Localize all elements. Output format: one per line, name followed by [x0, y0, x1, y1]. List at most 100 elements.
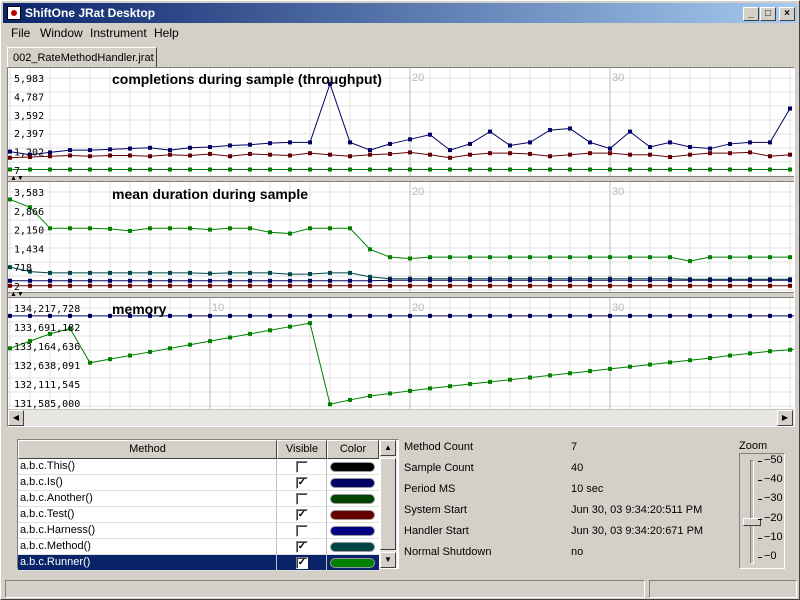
data-point — [228, 143, 232, 148]
data-point — [588, 151, 592, 156]
scroll-thumb[interactable] — [380, 458, 396, 550]
data-point — [728, 151, 732, 156]
data-point — [528, 151, 532, 156]
table-row[interactable]: a.b.c.Is() ✓ — [18, 475, 379, 491]
status-cell — [5, 580, 645, 598]
maximize-button[interactable]: □ — [760, 7, 776, 21]
color-swatch[interactable] — [330, 558, 375, 568]
info-row: Period MS 10 sec — [404, 483, 724, 499]
color-swatch[interactable] — [330, 510, 375, 520]
info-value: 10 sec — [571, 483, 604, 495]
data-point — [488, 313, 492, 318]
data-point — [768, 313, 772, 318]
data-point — [628, 167, 632, 172]
zoom-slider[interactable]: −50 −40 −30 −20 −10 −0 — [739, 453, 785, 569]
data-point — [368, 278, 372, 283]
y-tick-label: 132,111,545 — [14, 380, 80, 391]
table-row[interactable]: a.b.c.Method() ✓ — [18, 539, 379, 555]
color-swatch[interactable] — [330, 542, 375, 552]
data-point — [568, 371, 572, 376]
color-swatch[interactable] — [330, 494, 375, 504]
vertical-scrollbar[interactable]: ▲ ▼ — [380, 440, 397, 568]
table-row[interactable]: a.b.c.This() — [18, 459, 379, 475]
horizontal-scrollbar[interactable]: ◀ ▶ — [8, 409, 794, 426]
info-value: 40 — [571, 462, 584, 474]
color-cell — [327, 491, 379, 507]
data-point — [428, 152, 432, 157]
data-point — [748, 140, 752, 145]
data-point — [648, 313, 652, 318]
column-color[interactable]: Color — [327, 440, 379, 459]
data-point — [688, 167, 692, 172]
table-row[interactable]: a.b.c.Another() — [18, 491, 379, 507]
data-point — [168, 346, 172, 351]
data-point — [588, 278, 592, 283]
data-point — [348, 167, 352, 172]
menu-window[interactable]: Window — [40, 26, 83, 40]
data-point — [228, 167, 232, 172]
data-point — [368, 167, 372, 172]
zoom-track[interactable] — [750, 460, 754, 564]
visible-checkbox[interactable] — [296, 493, 308, 505]
data-point — [648, 167, 652, 172]
scroll-left-icon[interactable]: ◀ — [8, 410, 24, 426]
data-point — [428, 283, 432, 288]
color-swatch[interactable] — [330, 462, 375, 472]
data-point — [68, 167, 72, 172]
data-point — [428, 313, 432, 318]
data-point — [408, 278, 412, 283]
data-point — [248, 151, 252, 156]
data-point — [8, 346, 12, 351]
table-row[interactable]: a.b.c.Runner() ✓ — [18, 555, 379, 571]
data-point — [448, 155, 452, 160]
data-point — [188, 283, 192, 288]
color-swatch[interactable] — [330, 478, 375, 488]
data-point — [308, 278, 312, 283]
data-point — [708, 283, 712, 288]
scroll-up-icon[interactable]: ▲ — [380, 440, 396, 456]
scroll-right-icon[interactable]: ▶ — [777, 410, 793, 426]
menu-help[interactable]: Help — [154, 26, 179, 40]
visible-checkbox[interactable]: ✓ — [296, 557, 308, 569]
visible-checkbox[interactable]: ✓ — [296, 509, 308, 521]
data-point — [368, 148, 372, 153]
menu-instrument[interactable]: Instrument — [90, 26, 147, 40]
data-point — [408, 283, 412, 288]
tab-rate-method-handler[interactable]: 002_RateMethodHandler.jrat — [7, 47, 157, 69]
visible-checkbox[interactable]: ✓ — [296, 477, 308, 489]
data-point — [428, 167, 432, 172]
data-point — [588, 283, 592, 288]
data-point — [348, 397, 352, 402]
close-button[interactable]: × — [779, 7, 795, 21]
y-tick-label: 2,150 — [14, 226, 44, 237]
table-row[interactable]: a.b.c.Harness() — [18, 523, 379, 539]
menu-file[interactable]: File — [11, 26, 30, 40]
data-point — [68, 278, 72, 283]
data-point — [648, 362, 652, 367]
data-point — [768, 255, 772, 260]
data-point — [168, 283, 172, 288]
data-point — [508, 278, 512, 283]
data-point — [408, 167, 412, 172]
column-visible[interactable]: Visible — [277, 440, 327, 459]
visible-checkbox[interactable]: ✓ — [296, 541, 308, 553]
visible-checkbox[interactable] — [296, 461, 308, 473]
scroll-down-icon[interactable]: ▼ — [380, 552, 396, 568]
table-row[interactable]: a.b.c.Test() ✓ — [18, 507, 379, 523]
data-point — [208, 151, 212, 156]
data-point — [168, 270, 172, 275]
data-point — [548, 167, 552, 172]
data-point — [288, 153, 292, 158]
data-point — [468, 255, 472, 260]
data-point — [288, 324, 292, 329]
visible-checkbox[interactable] — [296, 525, 308, 537]
minimize-button[interactable]: _ — [743, 7, 759, 21]
color-swatch[interactable] — [330, 526, 375, 536]
data-point — [208, 227, 212, 232]
data-point — [568, 126, 572, 131]
data-point — [708, 278, 712, 283]
column-method[interactable]: Method — [18, 440, 277, 459]
data-point — [68, 226, 72, 231]
data-point — [728, 313, 732, 318]
data-point — [28, 283, 32, 288]
